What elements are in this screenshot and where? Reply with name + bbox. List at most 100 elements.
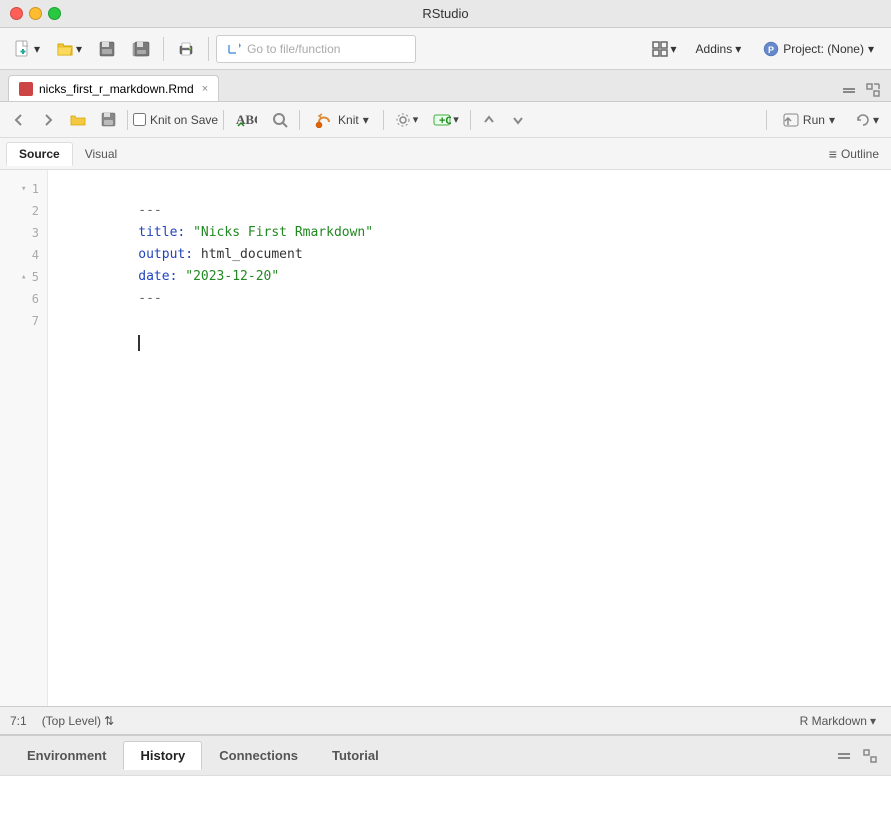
knit-on-save-label[interactable]: Knit on Save [133,113,218,127]
move-up-button[interactable] [476,107,502,133]
yaml-dash-2: --- [138,291,161,306]
goto-file-button[interactable]: Go to file/function [216,35,416,63]
file-tab[interactable]: nicks_first_r_markdown.Rmd × [8,75,219,101]
new-file-button[interactable]: ▾ [8,34,46,64]
rerun-button[interactable]: ▾ [849,107,885,133]
file-tab-name: nicks_first_r_markdown.Rmd [39,82,194,96]
bottom-collapse-button[interactable] [833,749,855,763]
open-file-arrow: ▾ [76,42,82,56]
rerun-icon [855,113,871,127]
fold-3 [19,228,29,238]
tab-bar-actions [839,83,883,101]
title-bar: RStudio [0,0,891,28]
addins-button[interactable]: Addins ▾ [687,34,751,64]
line-num-7: 7 [0,310,47,332]
tab-environment[interactable]: Environment [10,741,123,770]
add-chunk-icon: +C [433,112,451,128]
project-icon: P [763,41,779,57]
yaml-val-output: html_document [193,247,303,262]
knit-button[interactable]: Knit ▾ [305,107,378,133]
editor-main: nicks_first_r_markdown.Rmd × [0,70,891,734]
line-num-3: 3 [0,222,47,244]
knit-on-save-text: Knit on Save [150,113,218,127]
bottom-expand-icon [863,749,877,763]
collapse-editor-button[interactable] [839,83,859,97]
expand-editor-button[interactable] [863,83,883,97]
code-content[interactable]: --- title: "Nicks First Rmarkdown" outpu… [48,170,891,706]
spellcheck-icon: ABC [235,112,257,128]
tab-connections[interactable]: Connections [202,741,315,770]
bottom-expand-button[interactable] [859,749,881,763]
save-all-button[interactable] [126,34,156,64]
knit-on-save-checkbox[interactable] [133,113,146,126]
move-down-button[interactable] [505,107,531,133]
fold-5[interactable]: ▴ [19,272,29,282]
print-button[interactable] [171,34,201,64]
tab-history[interactable]: History [123,741,202,770]
add-chunk-button[interactable]: +C ▾ [427,107,465,133]
filetype-arrow: ▾ [870,714,876,728]
window-title: RStudio [422,6,468,21]
yaml-key-date: date: [138,269,177,284]
editor-save-button[interactable] [95,107,122,133]
yaml-val-date: "2023-12-20" [177,269,279,284]
code-line-2: title: "Nicks First Rmarkdown" [60,200,879,222]
run-button[interactable]: Run ▾ [772,107,846,133]
tab-history-label: History [140,748,185,763]
bottom-content [0,776,891,814]
layout-arrow: ▾ [671,42,677,56]
editor-toolbar: Knit on Save ABC [0,102,891,138]
line-num-5: ▴ 5 [0,266,47,288]
line-num-2: 2 [0,200,47,222]
goto-placeholder: Go to file/function [247,42,340,56]
forward-button[interactable] [35,107,61,133]
search-button[interactable] [266,107,294,133]
tab-tutorial[interactable]: Tutorial [315,741,396,770]
scope-dropdown[interactable]: (Top Level) ⇅ [37,712,119,730]
layout-icon [651,40,669,58]
code-editor[interactable]: ▾ 1 2 3 4 ▴ 5 [0,170,891,706]
bottom-panel: Environment History Connections Tutorial [0,734,891,814]
project-arrow: ▾ [868,42,874,56]
tab-source[interactable]: Source [6,142,73,166]
project-button[interactable]: P Project: (None) ▾ [754,34,883,64]
expand-icon [866,83,880,97]
spellcheck-button[interactable]: ABC [229,107,263,133]
knit-label: Knit [338,113,359,127]
status-right: R Markdown ▾ [795,712,881,730]
tab-close-button[interactable]: × [202,83,208,95]
bottom-panel-actions [833,749,881,763]
add-chunk-arrow: ▾ [453,113,459,126]
toolbar-sep-1 [163,37,164,61]
move-up-icon [482,113,496,127]
svg-text:+C: +C [439,115,451,127]
settings-button[interactable]: ▾ [389,107,425,133]
text-cursor [138,335,140,351]
back-icon [12,113,26,127]
knit-arrow: ▾ [363,113,369,127]
outline-button[interactable]: ≡ Outline [823,143,885,165]
fold-1[interactable]: ▾ [19,184,29,194]
outline-label: Outline [841,147,879,161]
tab-environment-label: Environment [27,748,106,763]
settings-arrow: ▾ [413,113,419,126]
filetype-label: R Markdown [800,714,867,728]
close-button[interactable] [10,7,23,20]
show-folder-button[interactable] [64,107,92,133]
tab-visual-label: Visual [85,147,117,161]
layout-button[interactable]: ▾ [645,34,683,64]
back-button[interactable] [6,107,32,133]
maximize-button[interactable] [48,7,61,20]
run-label: Run [803,113,825,127]
filetype-dropdown[interactable]: R Markdown ▾ [795,712,881,730]
open-file-button[interactable]: ▾ [50,34,88,64]
minimize-button[interactable] [29,7,42,20]
rmd-icon [19,82,33,96]
show-folder-icon [70,113,86,127]
yaml-val-title: "Nicks First Rmarkdown" [185,225,373,240]
ed-sep-4 [383,110,384,130]
addins-arrow: ▾ [735,42,741,56]
tab-visual[interactable]: Visual [73,143,129,165]
save-button[interactable] [92,34,122,64]
toolbar-right: ▾ Addins ▾ P Project: (None) ▾ [645,34,884,64]
